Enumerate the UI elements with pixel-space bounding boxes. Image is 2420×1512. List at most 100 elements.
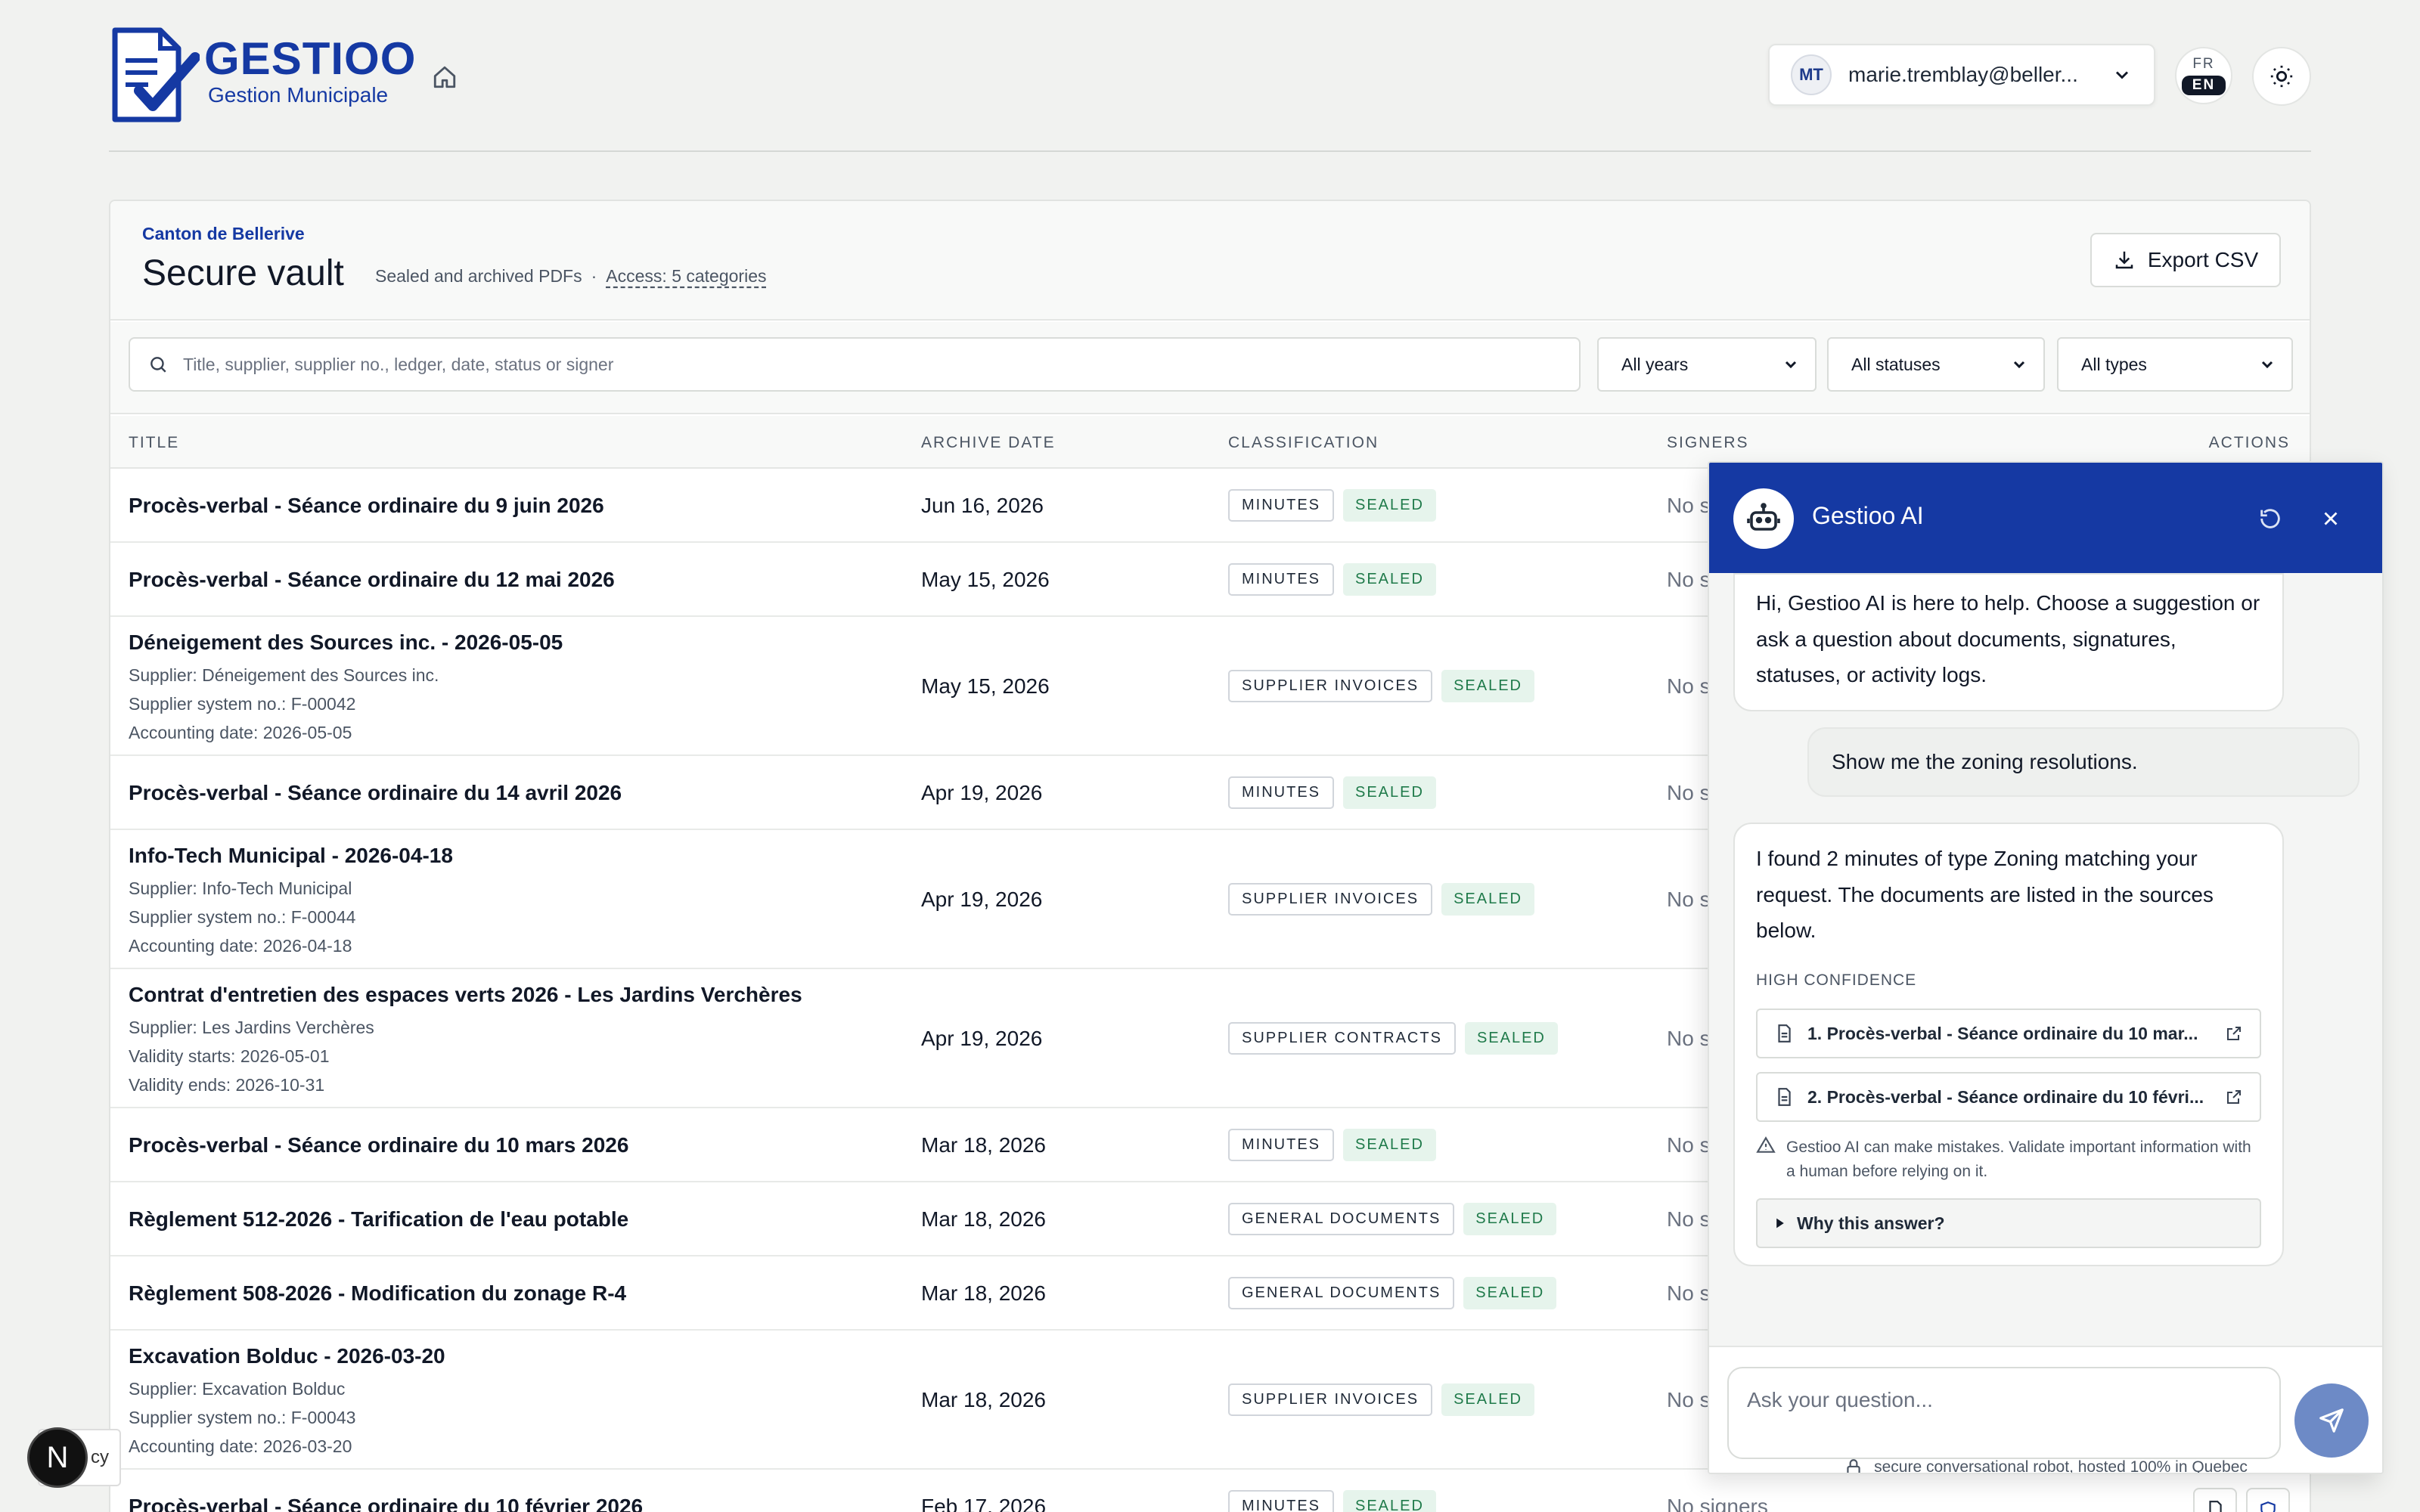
classification: MINUTES SEALED <box>1228 489 1436 522</box>
document-meta: Supplier: Les Jardins Verchères <box>129 1018 374 1037</box>
why-this-answer-toggle[interactable]: Why this answer? <box>1756 1198 2261 1249</box>
types-select-value: All types <box>2081 354 2147 374</box>
classification: SUPPLIER INVOICES SEALED <box>1228 670 1534 702</box>
document-title[interactable]: Excavation Bolduc - 2026-03-20 <box>129 1344 445 1368</box>
source-link-2[interactable]: 2. Procès-verbal - Séance ordinaire du 1… <box>1756 1072 2261 1123</box>
type-badge: GENERAL DOCUMENTS <box>1228 1277 1455 1309</box>
next-dev-badge[interactable]: N <box>27 1427 88 1488</box>
document-title[interactable]: Règlement 512-2026 - Tarification de l'e… <box>129 1207 628 1232</box>
status-badge: SEALED <box>1343 776 1436 809</box>
column-header-title[interactable]: TITLE <box>129 434 179 452</box>
source-link-1[interactable]: 1. Procès-verbal - Séance ordinaire du 1… <box>1756 1009 2261 1059</box>
statuses-select-value: All statuses <box>1851 354 1941 374</box>
classification: SUPPLIER INVOICES SEALED <box>1228 1383 1534 1416</box>
chevron-down-icon <box>2115 71 2129 79</box>
user-email: marie.tremblay@beller... <box>1848 63 2078 86</box>
search-input[interactable]: Title, supplier, supplier no., ledger, d… <box>129 337 1581 392</box>
lang-en[interactable]: EN <box>2181 76 2226 95</box>
archive-date: Feb 17, 2026 <box>921 1495 1047 1512</box>
theme-toggle-button[interactable] <box>2252 47 2311 106</box>
access-categories-link[interactable]: Access: 5 categories <box>606 266 766 286</box>
document-meta: Supplier system no.: F-00044 <box>129 907 356 927</box>
robot-icon <box>1733 488 1794 549</box>
document-title[interactable]: Procès-verbal - Séance ordinaire du 9 ju… <box>129 494 604 518</box>
type-badge: SUPPLIER INVOICES <box>1228 1383 1433 1416</box>
document-title[interactable]: Procès-verbal - Séance ordinaire du 10 m… <box>129 1133 628 1157</box>
archive-date: Apr 19, 2026 <box>921 888 1043 911</box>
document-title[interactable]: Info-Tech Municipal - 2026-04-18 <box>129 844 453 868</box>
status-badge: SEALED <box>1343 563 1436 596</box>
document-title[interactable]: Procès-verbal - Séance ordinaire du 12 m… <box>129 568 615 592</box>
document-meta: Supplier: Info-Tech Municipal <box>129 878 352 898</box>
why-this-answer-label: Why this answer? <box>1797 1213 1945 1233</box>
years-select[interactable]: All years <box>1597 337 1817 392</box>
home-button[interactable] <box>428 60 461 94</box>
document-title[interactable]: Procès-verbal - Séance ordinaire du 10 f… <box>129 1495 643 1512</box>
document-title[interactable]: Contrat d'entretien des espaces verts 20… <box>129 983 802 1007</box>
type-badge: MINUTES <box>1228 1129 1334 1161</box>
column-header-signers[interactable]: SIGNERS <box>1667 434 1749 452</box>
document-meta: Accounting date: 2026-05-05 <box>129 723 352 742</box>
bot-answer-text: I found 2 minutes of type Zoning matchin… <box>1756 847 2214 943</box>
export-csv-button[interactable]: Export CSV <box>2090 233 2281 287</box>
ask-question-input[interactable]: Ask your question... <box>1727 1367 2281 1459</box>
ai-assistant-panel: Gestioo AI Hi, Gestioo AI is here to hel… <box>1708 461 2384 1474</box>
chevron-down-icon <box>1785 361 1797 369</box>
archive-date: Mar 18, 2026 <box>921 1388 1046 1411</box>
types-select[interactable]: All types <box>2057 337 2293 392</box>
archive-date: May 15, 2026 <box>921 674 1050 698</box>
archive-date: Mar 18, 2026 <box>921 1207 1046 1231</box>
secure-note-text: secure conversational robot, hosted 100%… <box>1874 1458 2248 1474</box>
separator-dot: · <box>591 266 597 286</box>
user-menu-button[interactable]: MT marie.tremblay@beller... <box>1768 44 2155 106</box>
download-icon <box>2115 251 2133 269</box>
view-pdf-button[interactable] <box>2193 1488 2237 1512</box>
statuses-select[interactable]: All statuses <box>1827 337 2045 392</box>
archive-date: Mar 18, 2026 <box>921 1133 1046 1157</box>
document-title[interactable]: Déneigement des Sources inc. - 2026-05-0… <box>129 631 563 655</box>
organization-name: Canton de Bellerive <box>142 224 305 243</box>
send-button[interactable] <box>2294 1383 2369 1458</box>
header-divider <box>109 150 2311 152</box>
conversation-area[interactable]: Hi, Gestioo AI is here to help. Choose a… <box>1709 573 2382 1346</box>
page-title: Secure vault <box>142 253 344 293</box>
archive-date: Jun 16, 2026 <box>921 494 1044 517</box>
search-icon <box>150 357 166 373</box>
vault-header: Canton de Bellerive Secure vault Sealed … <box>110 201 2310 321</box>
column-header-classification[interactable]: CLASSIFICATION <box>1228 434 1379 452</box>
table-row[interactable]: Procès-verbal - Séance ordinaire du 10 f… <box>110 1471 2310 1512</box>
type-badge: GENERAL DOCUMENTS <box>1228 1203 1455 1235</box>
status-badge: SEALED <box>1464 1022 1558 1055</box>
document-meta: Accounting date: 2026-04-18 <box>129 936 352 956</box>
column-header-archive-date[interactable]: ARCHIVE DATE <box>921 434 1056 452</box>
document-meta: Validity ends: 2026-10-31 <box>129 1075 325 1095</box>
document-meta: Accounting date: 2026-03-20 <box>129 1436 352 1456</box>
document-title[interactable]: Règlement 508-2026 - Modification du zon… <box>129 1281 626 1306</box>
classification: GENERAL DOCUMENTS SEALED <box>1228 1203 1557 1235</box>
brand-subtitle: Gestion Municipale <box>208 83 389 107</box>
signers: No s <box>1667 781 1711 804</box>
lang-fr[interactable]: FR <box>2192 56 2214 73</box>
type-badge: SUPPLIER INVOICES <box>1228 883 1433 916</box>
years-select-value: All years <box>1621 354 1689 374</box>
signers: No s <box>1667 494 1711 517</box>
reset-conversation-button[interactable] <box>2252 500 2288 537</box>
type-badge: SUPPLIER INVOICES <box>1228 670 1433 702</box>
document-icon <box>1778 1024 1791 1043</box>
archive-date: Apr 19, 2026 <box>921 781 1043 804</box>
status-badge: SEALED <box>1463 1277 1557 1309</box>
close-icon <box>2324 512 2338 525</box>
document-title[interactable]: Procès-verbal - Séance ordinaire du 14 a… <box>129 781 622 805</box>
verify-seal-button[interactable] <box>2246 1488 2290 1512</box>
filter-bar: Title, supplier, supplier no., ledger, d… <box>110 322 2310 414</box>
search-placeholder: Title, supplier, supplier no., ledger, d… <box>183 354 614 374</box>
ai-disclaimer: Gestioo AI can make mistakes. Validate i… <box>1756 1136 2261 1183</box>
close-panel-button[interactable] <box>2313 500 2349 537</box>
bot-answer-message: I found 2 minutes of type Zoning matchin… <box>1733 823 2284 1267</box>
document-meta: Supplier: Déneigement des Sources inc. <box>129 665 439 685</box>
language-toggle[interactable]: FR EN <box>2175 47 2232 104</box>
status-badge: SEALED <box>1463 1203 1557 1235</box>
type-badge: MINUTES <box>1228 776 1334 809</box>
document-meta: Supplier: Excavation Bolduc <box>129 1379 346 1399</box>
type-badge: SUPPLIER CONTRACTS <box>1228 1022 1456 1055</box>
